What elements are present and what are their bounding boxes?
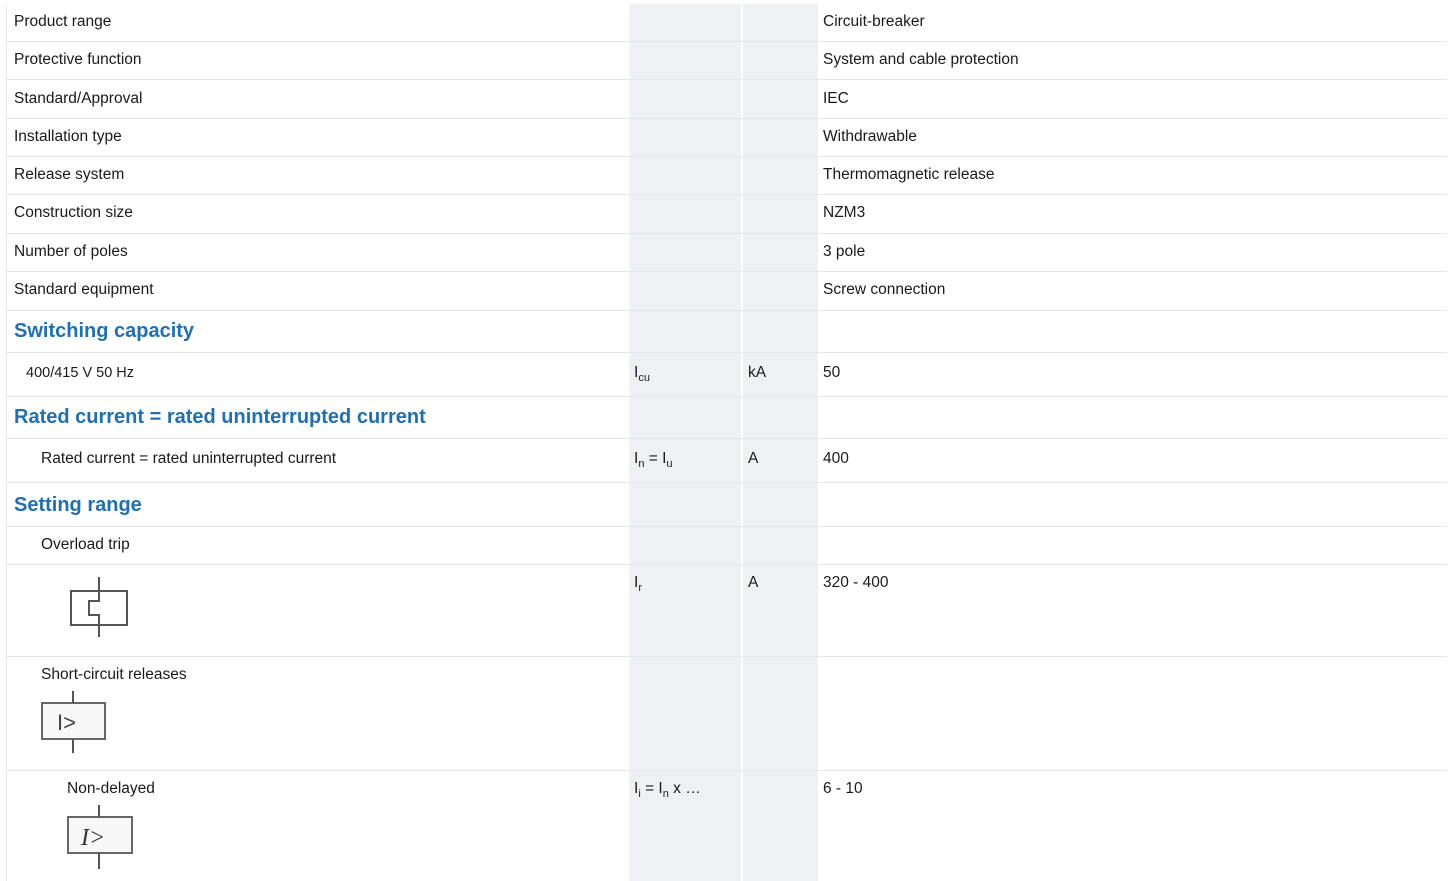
table-row-construction-size: Construction size NZM3	[7, 195, 1447, 234]
row-unit: A	[748, 574, 759, 591]
row-label: Installation type	[14, 128, 122, 145]
svg-text:I>: I>	[80, 825, 105, 851]
row-label: Number of poles	[14, 243, 128, 260]
row-value: Screw connection	[823, 281, 946, 298]
row-label: Protective function	[14, 51, 142, 68]
section-heading-switching-capacity: Switching capacity	[7, 311, 1447, 353]
table-row-product-range: Product range Circuit-breaker	[7, 4, 1447, 42]
instantaneous-release-icon: I>	[67, 803, 135, 873]
row-value: 320 - 400	[823, 574, 889, 591]
row-label: Short-circuit releases	[41, 666, 187, 683]
row-label: Standard equipment	[14, 281, 154, 298]
row-value: System and cable protection	[823, 51, 1019, 68]
row-label: Standard/Approval	[14, 90, 143, 107]
table-row-overload-setting: Ir A 320 - 400	[7, 565, 1447, 657]
thermal-release-icon	[69, 575, 131, 639]
row-label: Construction size	[14, 204, 133, 221]
row-value: IEC	[823, 90, 849, 107]
section-heading: Setting range	[14, 494, 142, 516]
table-row-standard-approval: Standard/Approval IEC	[7, 80, 1447, 119]
row-value: 3 pole	[823, 243, 866, 260]
table-row-switching-capacity: 400/415 V 50 Hz Icu kA 50	[7, 353, 1447, 397]
row-label: Non-delayed	[67, 780, 155, 797]
row-value: Circuit-breaker	[823, 13, 925, 30]
row-symbol: In = Iu	[634, 450, 673, 470]
short-circuit-release-icon: I>	[41, 689, 107, 755]
section-heading: Rated current = rated uninterrupted curr…	[14, 406, 426, 428]
row-value: 6 - 10	[823, 780, 863, 797]
row-label: Overload trip	[41, 536, 130, 553]
datasheet-table: Product range Circuit-breaker Protective…	[6, 4, 1447, 881]
table-row-number-of-poles: Number of poles 3 pole	[7, 234, 1447, 272]
row-label: Release system	[14, 166, 125, 183]
row-symbol: Icu	[634, 364, 650, 384]
table-row-rated-current: Rated current = rated uninterrupted curr…	[7, 439, 1447, 483]
svg-text:I>: I>	[57, 710, 76, 735]
row-label: 400/415 V 50 Hz	[26, 365, 135, 381]
table-row-short-circuit-releases: Short-circuit releases I>	[7, 657, 1447, 771]
row-value: 400	[823, 450, 849, 467]
table-row-installation-type: Installation type Withdrawable	[7, 119, 1447, 157]
table-row-non-delayed: Non-delayed I> Ii = In x … 6 - 10	[7, 771, 1447, 881]
row-label: Rated current = rated uninterrupted curr…	[41, 450, 337, 467]
row-unit: kA	[748, 364, 767, 381]
table-row-release-system: Release system Thermomagnetic release	[7, 157, 1447, 195]
row-value: Thermomagnetic release	[823, 166, 995, 183]
section-heading-setting-range: Setting range	[7, 483, 1447, 527]
table-row-standard-equipment: Standard equipment Screw connection	[7, 272, 1447, 311]
section-heading: Switching capacity	[14, 320, 195, 342]
row-value: 50	[823, 364, 841, 381]
row-value: Withdrawable	[823, 128, 917, 145]
row-label: Product range	[14, 13, 112, 30]
row-symbol: Ii = In x …	[634, 780, 701, 800]
row-value: NZM3	[823, 204, 866, 221]
table-row-overload-trip: Overload trip	[7, 527, 1447, 565]
section-heading-rated-current: Rated current = rated uninterrupted curr…	[7, 397, 1447, 439]
row-unit: A	[748, 450, 759, 467]
table-row-protective-function: Protective function System and cable pro…	[7, 42, 1447, 80]
row-symbol: Ir	[634, 574, 642, 594]
